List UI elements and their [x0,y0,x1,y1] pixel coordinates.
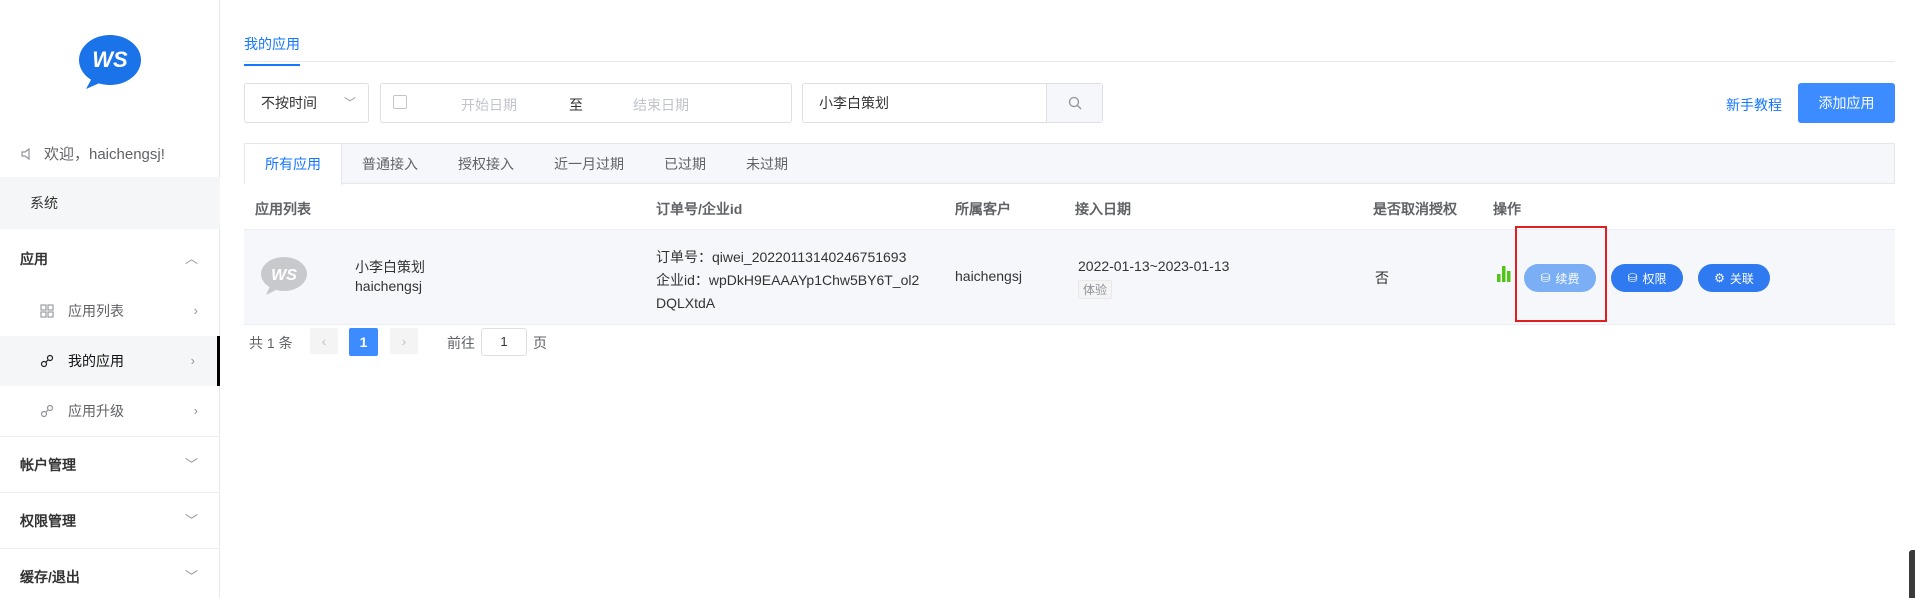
corp-id: 企业id：wpDkH9EAAAYp1Chw5BY6T_ol2 [656,272,920,288]
app-avatar: WS [261,257,307,295]
permission-button[interactable]: ⛁ 权限 [1611,264,1683,292]
sidebar-item-app-upgrade[interactable]: 应用升级 › [0,386,220,436]
grid-icon [40,304,54,318]
next-page-button[interactable]: › [390,328,418,354]
nav-group-label: 帐户管理 [20,457,76,473]
order-info: 订单号：qiwei_20220113140246751693 企业id：wpDk… [656,246,946,315]
nav-group-account[interactable]: 帐户管理 ﹀ [0,438,220,492]
app-owner: haichengsj [355,278,422,294]
search-icon [1068,96,1081,110]
tab-not-expired[interactable]: 未过期 [726,144,808,183]
filter-tabs: 所有应用 普通接入 授权接入 近一月过期 已过期 未过期 [244,143,1895,185]
column-header: 操作 [1493,201,1521,217]
page-suffix: 页 [533,335,547,351]
chevron-down-icon: ﹀ [184,569,198,584]
nav-system[interactable]: 系统 [0,177,220,229]
divider [0,436,220,437]
nav-group-label: 缓存/退出 [20,569,80,585]
welcome-text: 欢迎，haichengsj! [44,146,165,163]
sidebar-item-my-apps[interactable]: 我的应用 › [0,336,220,386]
chevron-right-icon: › [190,353,195,368]
date-range-picker[interactable]: 开始日期 至 结束日期 [380,83,792,123]
tab-normal-access[interactable]: 普通接入 [342,144,438,183]
nav-group-label: 应用 [20,251,48,267]
date-range: 2022-01-13~2023-01-13 [1078,258,1230,274]
welcome-message: 欢迎，haichengsj! [20,143,165,164]
goto-label: 前往 [447,335,475,351]
column-header: 订单号/企业id [656,201,743,217]
gear-icon: ⚙ [1714,271,1725,285]
svg-text:WS: WS [92,47,128,72]
column-header: 所属客户 [955,201,1011,217]
total-count: 共 1 条 [249,335,293,351]
access-date: 2022-01-13~2023-01-13 体验 [1078,258,1229,299]
tab-expired[interactable]: 已过期 [644,144,726,183]
order-number: 订单号：qiwei_20220113140246751693 [656,249,907,265]
app-name: 小李白策划 [355,259,425,275]
sidebar-item-app-list[interactable]: 应用列表 › [0,286,220,336]
link-button[interactable]: ⚙ 关联 [1698,264,1770,292]
speaker-icon [21,147,30,160]
nav-group-apps[interactable]: 应用 ︿ [0,232,220,286]
nav-group-label: 权限管理 [20,513,76,529]
trial-tag: 体验 [1078,280,1113,299]
end-date-input[interactable]: 结束日期 [633,95,689,115]
prev-page-button[interactable]: ‹ [310,328,338,354]
cancelled-status: 否 [1375,270,1389,286]
permission-label: 权限 [1642,271,1667,286]
chevron-up-icon: ︿ [184,251,198,266]
chevron-down-icon: ﹀ [184,457,198,472]
ws-logo: WS [79,35,141,89]
nav-group-permissions[interactable]: 权限管理 ﹀ [0,494,220,548]
tab-authorized-access[interactable]: 授权接入 [438,144,534,183]
table-row: WS 小李白策划 haichengsj 订单号：qiwei_2022011314… [244,230,1895,325]
chevron-right-icon: › [193,303,198,318]
range-separator: 至 [569,97,583,113]
current-page[interactable]: 1 [349,328,378,356]
column-header: 应用列表 [255,201,311,217]
nav-group-cache-logout[interactable]: 缓存/退出 ﹀ [0,550,220,604]
sidebar-item-label: 应用升级 [68,403,124,419]
calendar-icon [393,95,407,109]
column-header: 接入日期 [1075,201,1131,217]
scroll-handle[interactable] [1909,550,1915,598]
column-header: 是否取消授权 [1373,201,1457,217]
start-date-input[interactable]: 开始日期 [461,95,517,115]
chevron-right-icon: › [193,403,198,418]
time-filter-select[interactable]: 不按时间 ﹀ [244,83,369,123]
divider [0,548,220,549]
search-box: 小李白策划 [802,83,1103,123]
highlight-box [1515,226,1607,322]
add-app-button[interactable]: 添加应用 [1798,83,1895,123]
search-input[interactable]: 小李白策划 [803,84,1046,122]
app-info: 小李白策划 haichengsj [355,258,425,296]
chevron-down-icon: ﹀ [343,96,356,110]
time-filter-value: 不按时间 [261,95,317,111]
corp-id-cont: DQLXtdA [656,295,716,311]
table-header: 应用列表 订单号/企业id 所属客户 接入日期 是否取消授权 操作 [244,184,1895,230]
link-icon [40,354,54,368]
divider [0,492,220,493]
customer: haichengsj [955,268,1022,284]
main-content: 我的应用 不按时间 ﹀ 开始日期 至 结束日期 小李白策划 新手教程 添加应用 … [244,0,1895,598]
tab-expiring-month[interactable]: 近一月过期 [534,144,644,183]
tab-all-apps[interactable]: 所有应用 [245,144,342,185]
goto-page-input[interactable]: 1 [481,328,527,356]
chevron-down-icon: ﹀ [184,513,198,528]
sidebar-item-label: 我的应用 [68,353,124,369]
tab-underline [244,61,1895,62]
stats-icon[interactable] [1497,266,1511,282]
search-button[interactable] [1046,84,1102,122]
database-icon: ⛁ [1627,271,1638,285]
sidebar: WS 欢迎，haichengsj! 系统 应用 ︿ 应用列表 › 我的应用 › … [0,0,220,598]
svg-text:WS: WS [271,267,297,284]
tutorial-link[interactable]: 新手教程 [1726,95,1782,115]
link-label: 关联 [1729,271,1754,286]
sidebar-item-label: 应用列表 [68,303,124,319]
link-icon [40,404,54,418]
